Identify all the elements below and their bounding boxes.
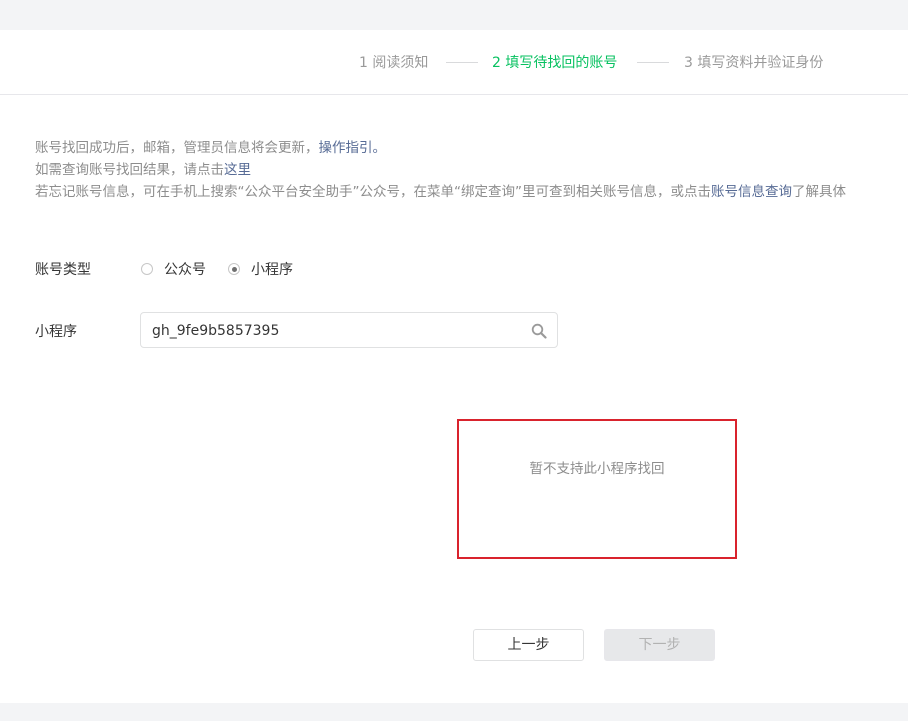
radio-circle-checked[interactable] [228, 263, 240, 275]
prev-step-button[interactable]: 上一步 [473, 629, 584, 661]
step-divider [637, 62, 669, 63]
tip-line-1: 账号找回成功后，邮箱，管理员信息将会更新，操作指引。 [35, 137, 846, 159]
tip-line-3: 若忘记账号信息，可在手机上搜索“公众平台安全助手”公众号，在菜单“绑定查询”里可… [35, 181, 846, 203]
page-container: 1 阅读须知 2 填写待找回的账号 3 填写资料并验证身份 账号找回成功后，邮箱… [0, 30, 908, 703]
radio-label: 公众号 [164, 262, 206, 278]
account-type-label: 账号类型 [35, 262, 91, 278]
step-fill-account: 2 填写待找回的账号 [492, 55, 618, 71]
miniprogram-search-input[interactable] [152, 320, 512, 342]
step-divider [446, 62, 478, 63]
step-indicator: 1 阅读须知 2 填写待找回的账号 3 填写资料并验证身份 [0, 30, 908, 95]
radio-circle[interactable] [141, 263, 153, 275]
next-step-button[interactable]: 下一步 [604, 629, 715, 661]
tip-text: 账号找回成功后，邮箱，管理员信息将会更新， [35, 140, 319, 156]
query-result-link[interactable]: 这里 [224, 162, 251, 178]
search-icon[interactable] [531, 323, 547, 339]
tips-block: 账号找回成功后，邮箱，管理员信息将会更新，操作指引。 如需查询账号找回结果，请点… [35, 137, 846, 203]
page-bottom-margin [0, 703, 908, 721]
tip-text: 如需查询账号找回结果，请点击 [35, 162, 224, 178]
tip-text: 若忘记账号信息，可在手机上搜索“公众平台安全助手”公众号，在菜单“绑定查询”里可… [35, 184, 711, 200]
tip-line-2: 如需查询账号找回结果，请点击这里 [35, 159, 846, 181]
step-read-notice: 1 阅读须知 [359, 55, 429, 71]
miniprogram-label: 小程序 [35, 324, 77, 340]
miniprogram-search-field[interactable] [140, 312, 558, 348]
tip-text: 了解具体 [791, 184, 846, 200]
unsupported-notice-box: 暂不支持此小程序找回 [457, 419, 737, 559]
radio-official-account[interactable]: 公众号 [141, 259, 206, 279]
unsupported-notice-text: 暂不支持此小程序找回 [529, 461, 665, 477]
operation-guide-link[interactable]: 操作指引。 [319, 140, 387, 156]
account-info-query-link[interactable]: 账号信息查询 [711, 184, 792, 200]
step-verify-identity: 3 填写资料并验证身份 [684, 55, 824, 71]
account-type-radio-group: 公众号 小程序 [141, 259, 315, 279]
radio-label: 小程序 [251, 262, 293, 278]
radio-miniprogram[interactable]: 小程序 [228, 259, 293, 279]
